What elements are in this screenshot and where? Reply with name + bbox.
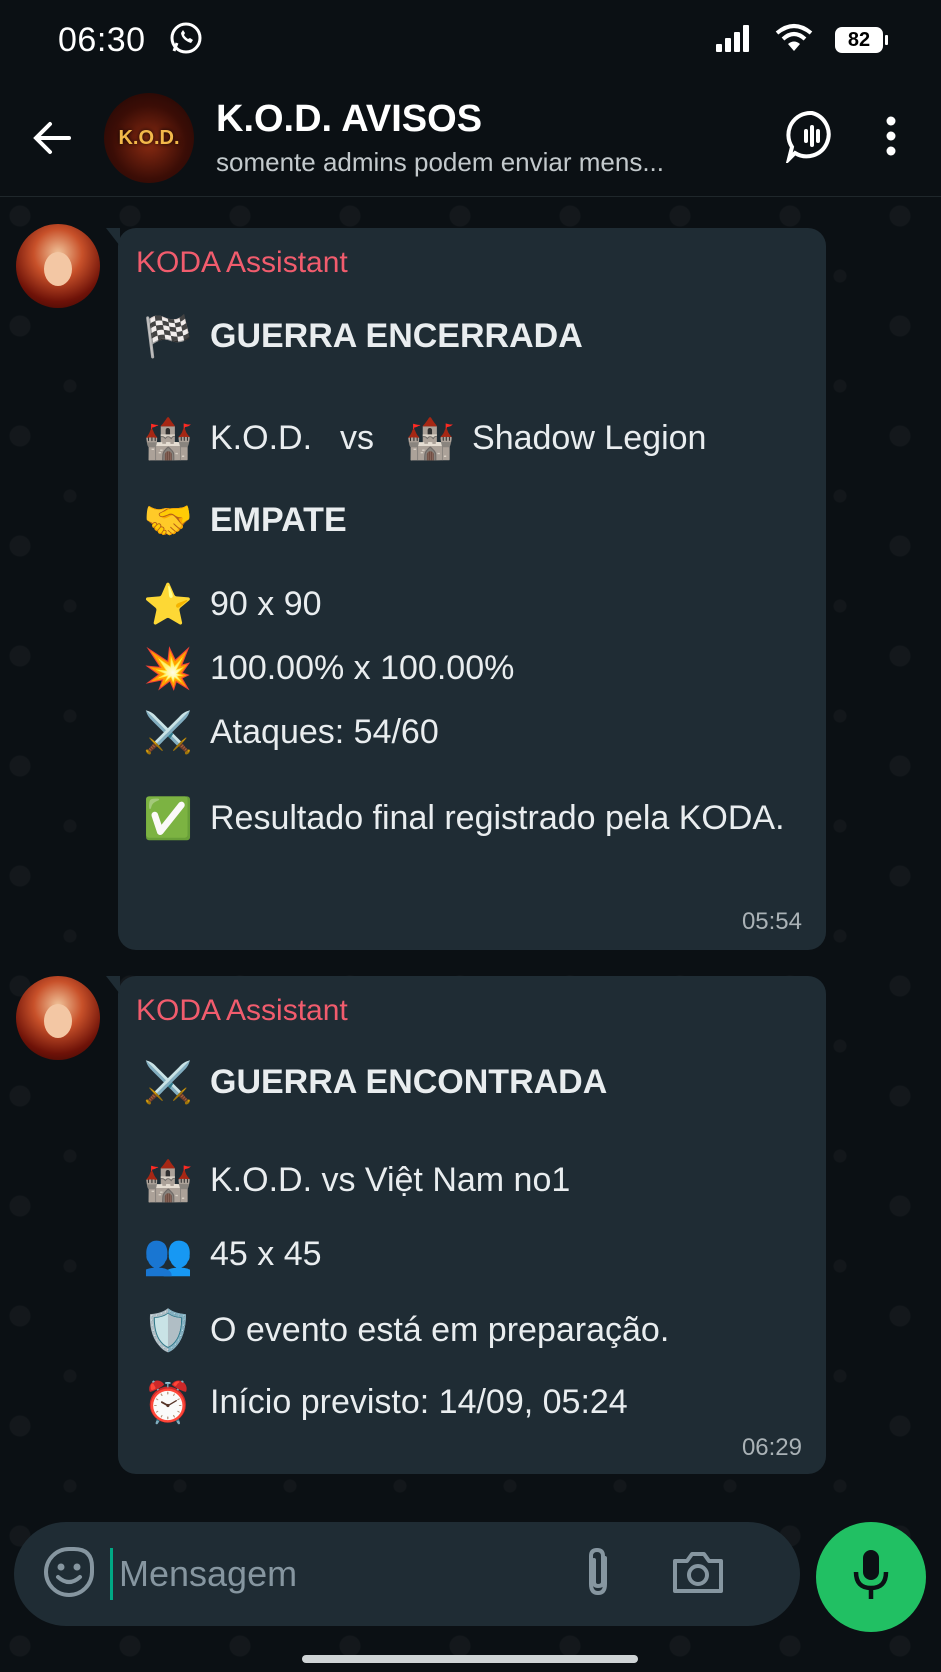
castle-icon: 🏰 — [143, 416, 193, 461]
group-avatar-logo: K.O.D. — [118, 126, 180, 149]
chat-header: K.O.D. K.O.D. AVISOS somente admins pode… — [0, 80, 941, 197]
sticker-icon[interactable] — [42, 1545, 96, 1604]
microphone-icon — [851, 1547, 891, 1608]
message-input[interactable] — [117, 1552, 561, 1596]
check-box-icon: ✅ — [143, 796, 193, 841]
status-time: 06:30 — [58, 20, 146, 59]
message-line: 🤝 EMPATE — [140, 492, 347, 548]
whatsapp-icon — [168, 20, 204, 61]
message-line: 👥 45 x 45 — [140, 1226, 322, 1282]
result-text: EMPATE — [210, 500, 347, 539]
message-timestamp: 05:54 — [741, 908, 802, 935]
message-line: 🏰 K.O.D. vs Việt Nam no1 — [140, 1152, 570, 1208]
voice-chat-icon[interactable] — [785, 109, 839, 168]
chequered-flag-icon: 🏁 — [143, 314, 193, 359]
crossed-swords-icon: ⚔️ — [143, 710, 193, 755]
status-bar: 06:30 82 — [0, 0, 941, 80]
star-icon: ⭐ — [143, 582, 193, 627]
message-composer — [14, 1522, 800, 1626]
message-line: ⚔️ Ataques: 54/60 — [140, 704, 439, 760]
castle-icon: 🏰 — [405, 416, 455, 461]
castle-icon: 🏰 — [143, 1158, 193, 1203]
battery-indicator: 82 — [835, 27, 888, 53]
message-line: 🏰 K.O.D. vs 🏰 Shadow Legion — [140, 410, 706, 466]
alarm-clock-icon: ⏰ — [143, 1380, 193, 1425]
message-bubble[interactable]: KODA Assistant ⚔️ GUERRA ENCONTRADA 🏰 K.… — [106, 976, 826, 1474]
final-result-text: Resultado final registrado pela KODA. — [210, 798, 785, 837]
message-line: ⭐ 90 x 90 — [140, 576, 322, 632]
group-avatar[interactable]: K.O.D. — [104, 93, 194, 183]
more-options-icon[interactable] — [885, 116, 897, 161]
message-line: ⚔️ GUERRA ENCONTRADA — [140, 1054, 607, 1110]
shield-icon: 🛡️ — [143, 1308, 193, 1353]
wifi-icon — [775, 23, 813, 58]
message-heading: GUERRA ENCERRADA — [210, 316, 583, 355]
sender-avatar[interactable] — [16, 224, 100, 308]
message-heading: GUERRA ENCONTRADA — [210, 1062, 608, 1101]
group-info[interactable]: K.O.D. AVISOS somente admins podem envia… — [216, 98, 785, 178]
group-name: K.O.D. AVISOS — [216, 98, 483, 140]
matchup-text: K.O.D. vs Việt Nam no1 — [210, 1160, 571, 1199]
handshake-icon: 🤝 — [143, 498, 193, 543]
back-arrow-icon[interactable] — [30, 116, 74, 160]
collision-icon: 💥 — [143, 646, 193, 691]
voice-message-button[interactable] — [816, 1522, 926, 1632]
crossed-swords-icon: ⚔️ — [143, 1060, 193, 1105]
destruction-text: 100.00% x 100.00% — [210, 648, 515, 687]
message-line: 🏁 GUERRA ENCERRADA — [140, 308, 583, 364]
vs-text: vs — [340, 418, 375, 457]
start-time-text: Início previsto: 14/09, 05:24 — [210, 1382, 628, 1421]
sender-name[interactable]: KODA Assistant — [136, 246, 348, 280]
message-line: ⏰ Início previsto: 14/09, 05:24 — [140, 1374, 628, 1430]
message-line: 🛡️ O evento está em preparação. — [140, 1302, 669, 1358]
message-line: ✅ Resultado final registrado pela KODA. — [140, 790, 785, 846]
camera-icon[interactable] — [671, 1549, 725, 1600]
stars-text: 90 x 90 — [210, 584, 322, 623]
message-line: 💥 100.00% x 100.00% — [140, 640, 514, 696]
attach-icon[interactable] — [581, 1546, 615, 1603]
sender-avatar[interactable] — [16, 976, 100, 1060]
roster-size-text: 45 x 45 — [210, 1234, 322, 1273]
clan-name: K.O.D. — [210, 418, 313, 457]
group-subtitle: somente admins podem enviar mens... — [216, 147, 664, 177]
text-cursor — [110, 1548, 113, 1600]
message-bubble[interactable]: KODA Assistant 🏁 GUERRA ENCERRADA 🏰 K.O.… — [106, 228, 826, 950]
sender-name[interactable]: KODA Assistant — [136, 994, 348, 1028]
attacks-text: Ataques: 54/60 — [210, 712, 439, 751]
signal-icon — [715, 24, 753, 57]
opponent-name: Shadow Legion — [472, 418, 707, 457]
event-status-text: O evento está em preparação. — [210, 1310, 670, 1349]
message-timestamp: 06:29 — [741, 1434, 802, 1461]
home-indicator[interactable] — [302, 1655, 638, 1663]
people-icon: 👥 — [143, 1232, 193, 1277]
